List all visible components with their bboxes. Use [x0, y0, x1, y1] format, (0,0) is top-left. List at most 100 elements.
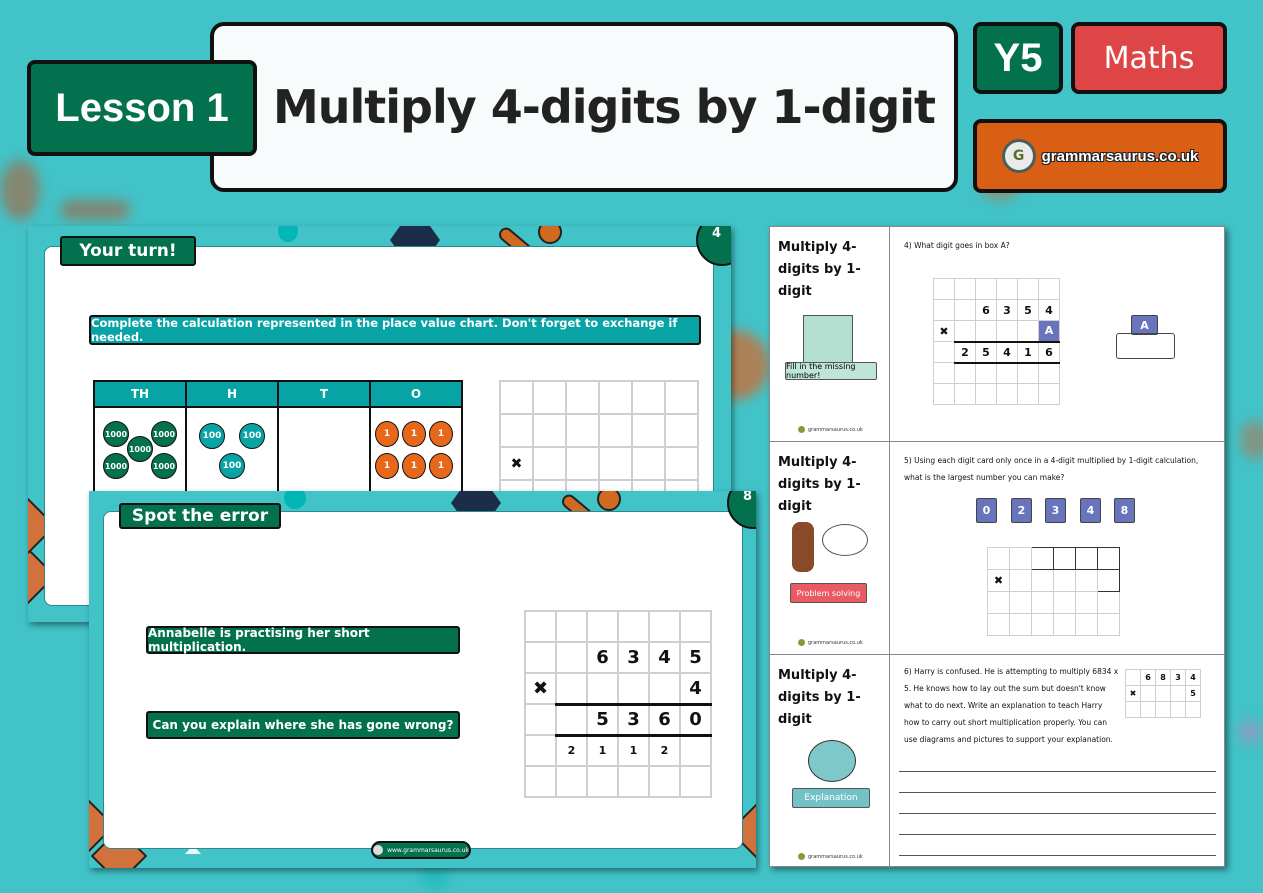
answer-line[interactable] — [899, 792, 1216, 793]
grid-cell[interactable] — [524, 610, 557, 643]
grid-cell[interactable] — [975, 278, 997, 300]
answer-box[interactable] — [1116, 333, 1175, 359]
background-decoration — [60, 200, 130, 220]
grid-cell[interactable] — [1140, 701, 1156, 718]
answer-slot[interactable] — [1097, 547, 1120, 570]
grid-cell[interactable] — [499, 380, 534, 415]
grid-cell[interactable] — [1038, 383, 1060, 405]
grid-cell[interactable] — [532, 446, 567, 481]
grid-cell[interactable] — [1017, 383, 1039, 405]
grid-cell[interactable] — [1038, 278, 1060, 300]
grid-cell[interactable] — [617, 765, 650, 798]
grid-cell[interactable] — [617, 610, 650, 643]
grid-cell[interactable] — [1155, 685, 1171, 702]
grid-cell[interactable] — [664, 380, 699, 415]
grid-cell[interactable] — [555, 703, 588, 737]
grid-cell[interactable] — [648, 765, 681, 798]
answer-slot[interactable] — [1031, 547, 1054, 570]
grid-cell[interactable] — [679, 765, 712, 798]
grid-cell[interactable] — [664, 413, 699, 448]
grid-cell[interactable] — [586, 672, 619, 706]
digit-card[interactable]: 8 — [1114, 498, 1135, 523]
grid-cell[interactable] — [996, 320, 1018, 343]
grid-cell[interactable] — [996, 383, 1018, 405]
grid-cell[interactable] — [1017, 278, 1039, 300]
answer-slot[interactable] — [1097, 569, 1120, 592]
digit-card[interactable]: 4 — [1080, 498, 1101, 523]
digit-card[interactable]: 2 — [1011, 498, 1032, 523]
grid-cell[interactable] — [499, 413, 534, 448]
grid-cell[interactable] — [954, 383, 976, 405]
grid-cell[interactable] — [996, 362, 1018, 384]
multiply-icon: ✖ — [933, 320, 955, 342]
grid-cell[interactable] — [954, 320, 976, 343]
grid-cell[interactable] — [1170, 701, 1186, 718]
footer-url: www.grammarsaurus.co.uk — [387, 846, 469, 854]
grid-cell[interactable] — [598, 380, 633, 415]
footer-website-link[interactable]: www.grammarsaurus.co.uk — [371, 841, 471, 859]
grid-cell[interactable] — [933, 278, 955, 300]
grid-cell[interactable] — [532, 413, 567, 448]
grid-cell[interactable] — [555, 672, 588, 706]
grid-cell[interactable] — [996, 278, 1018, 300]
grid-cell[interactable] — [565, 380, 600, 415]
grid-cell[interactable] — [565, 446, 600, 481]
brand-badge[interactable]: G grammarsaurus.co.uk — [973, 119, 1227, 193]
grid-cell[interactable] — [933, 299, 955, 321]
grid-cell[interactable] — [933, 341, 955, 363]
answer-line[interactable] — [899, 813, 1216, 814]
grid-cell[interactable] — [1125, 701, 1141, 718]
grid-digit: 4 — [679, 672, 712, 706]
grid-cell[interactable] — [598, 413, 633, 448]
grid-cell[interactable] — [1017, 320, 1039, 343]
grid-cell[interactable] — [524, 641, 557, 674]
answer-line[interactable] — [899, 834, 1216, 835]
grid-cell[interactable] — [1140, 685, 1156, 702]
grid-cell[interactable] — [679, 734, 712, 767]
grid-cell[interactable] — [555, 610, 588, 643]
grid-cell[interactable] — [532, 380, 567, 415]
grid-cell[interactable] — [679, 610, 712, 643]
digit-card[interactable]: 3 — [1045, 498, 1066, 523]
grid-cell[interactable] — [631, 446, 666, 481]
grid-cell[interactable] — [954, 362, 976, 384]
multiply-icon: ✖ — [499, 446, 534, 481]
answer-line[interactable] — [899, 855, 1216, 856]
grid-cell[interactable] — [555, 765, 588, 798]
grid-cell[interactable] — [975, 320, 997, 343]
grid-cell[interactable] — [975, 362, 997, 384]
grid-cell — [1009, 591, 1032, 614]
grid-cell[interactable] — [524, 703, 557, 736]
digit-card[interactable]: 0 — [976, 498, 997, 523]
grid-digit: 4 — [1038, 299, 1060, 321]
grid-cell[interactable] — [524, 765, 557, 798]
grid-cell[interactable] — [1170, 685, 1186, 702]
grid-cell[interactable] — [598, 446, 633, 481]
grid-cell[interactable] — [975, 383, 997, 405]
grid-cell[interactable] — [631, 413, 666, 448]
grid-cell[interactable] — [1155, 701, 1171, 718]
grid-cell[interactable] — [631, 380, 666, 415]
grid-cell[interactable] — [954, 278, 976, 300]
grid-cell[interactable] — [1185, 701, 1201, 718]
grid-cell[interactable] — [1125, 669, 1141, 686]
grid-cell[interactable] — [617, 672, 650, 706]
grid-cell[interactable] — [933, 362, 955, 384]
grid-cell[interactable] — [586, 610, 619, 643]
answer-slot[interactable] — [1075, 547, 1098, 570]
counter-1000: 1000 — [103, 453, 129, 479]
grid-cell[interactable] — [664, 446, 699, 481]
answer-slot[interactable] — [1053, 547, 1076, 570]
grid-cell[interactable] — [565, 413, 600, 448]
grid-cell — [1097, 591, 1120, 614]
grid-cell[interactable] — [1038, 362, 1060, 384]
grid-cell[interactable] — [1017, 362, 1039, 384]
grid-cell[interactable] — [933, 383, 955, 405]
grid-cell[interactable] — [586, 765, 619, 798]
grid-cell[interactable] — [648, 610, 681, 643]
grid-cell[interactable] — [954, 299, 976, 321]
answer-line[interactable] — [899, 771, 1216, 772]
grid-cell[interactable] — [555, 641, 588, 674]
grid-cell[interactable] — [524, 734, 557, 767]
grid-cell[interactable] — [648, 672, 681, 706]
